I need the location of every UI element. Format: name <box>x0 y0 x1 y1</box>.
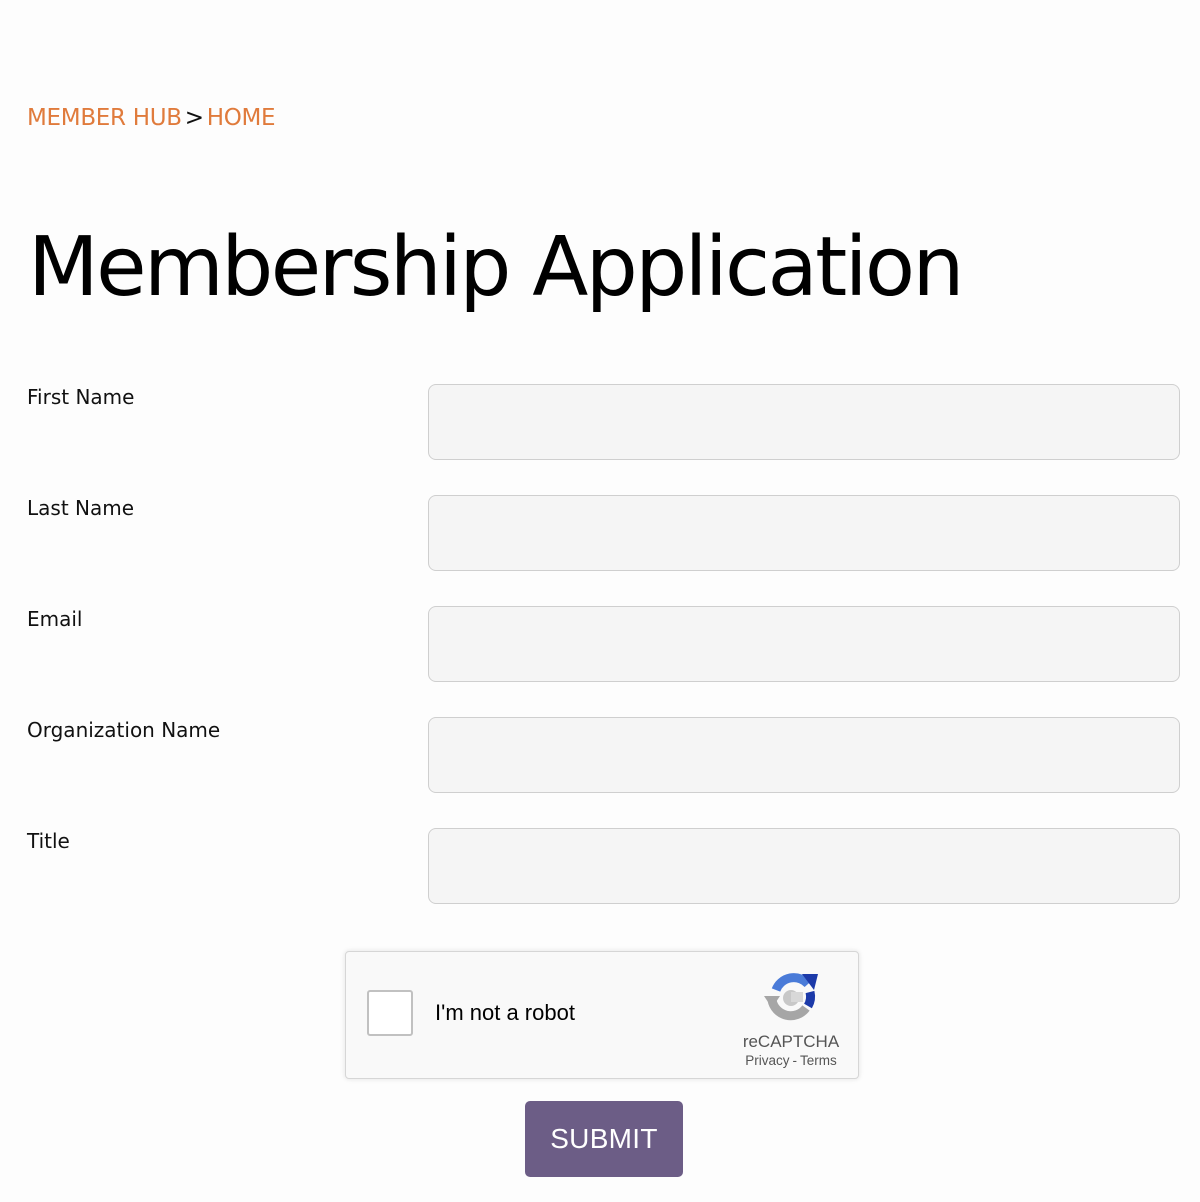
breadcrumb-member-hub-link[interactable]: MEMBER HUB <box>27 105 182 131</box>
breadcrumb: MEMBER HUB > HOME <box>27 103 276 133</box>
form-row-title: Title <box>0 828 1200 904</box>
recaptcha-logo-icon <box>762 968 820 1026</box>
recaptcha-terms-link[interactable]: Terms <box>800 1053 837 1068</box>
page-title: Membership Application <box>28 220 964 315</box>
recaptcha-links: Privacy - Terms <box>726 1052 856 1070</box>
recaptcha-checkbox-label: I'm not a robot <box>435 1000 575 1025</box>
form-row-organization-name: Organization Name <box>0 717 1200 793</box>
title-label: Title <box>27 829 70 853</box>
organization-name-input[interactable] <box>428 717 1180 793</box>
breadcrumb-home-link[interactable]: HOME <box>207 105 276 131</box>
organization-name-label: Organization Name <box>27 718 221 742</box>
recaptcha-widget: I'm not a robot reCAPTCHA Privacy - Terms <box>345 951 859 1079</box>
first-name-label: First Name <box>27 385 135 409</box>
email-label: Email <box>27 607 83 631</box>
last-name-label: Last Name <box>27 496 135 520</box>
recaptcha-brand: reCAPTCHA <box>742 1032 840 1051</box>
recaptcha-checkbox[interactable] <box>367 990 413 1036</box>
form-row-email: Email <box>0 606 1200 682</box>
breadcrumb-separator: > <box>184 105 204 131</box>
recaptcha-privacy-link[interactable]: Privacy <box>745 1053 789 1068</box>
first-name-input[interactable] <box>428 384 1180 460</box>
form-row-last-name: Last Name <box>0 495 1200 571</box>
submit-button[interactable]: SUBMIT <box>525 1101 683 1177</box>
last-name-input[interactable] <box>428 495 1180 571</box>
form-row-first-name: First Name <box>0 384 1200 460</box>
title-input[interactable] <box>428 828 1180 904</box>
recaptcha-links-separator: - <box>792 1053 798 1068</box>
email-input[interactable] <box>428 606 1180 682</box>
